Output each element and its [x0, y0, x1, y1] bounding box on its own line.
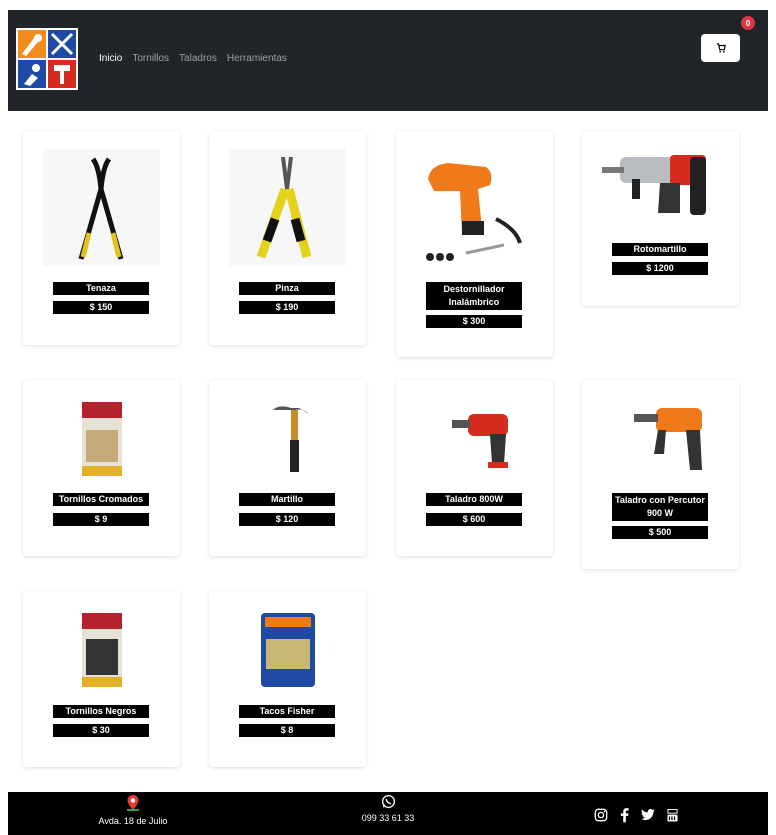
cart-icon [716, 43, 726, 53]
location-pin-icon [127, 795, 139, 811]
navbar: Inicio Tornillos Taladros Herramientas [8, 10, 768, 111]
product-card-tenaza[interactable]: Tenaza $ 150 [23, 131, 180, 345]
cart-button[interactable] [701, 34, 740, 62]
product-card-destornillador[interactable]: Destornillador Inalámbrico $ 300 [396, 131, 553, 357]
tenaza-image [43, 149, 160, 266]
logo-orange-tools-icon [18, 30, 46, 58]
phone-text: 099 33 61 33 [361, 813, 415, 823]
taladro-percutor-image [602, 400, 719, 480]
product-price: $ 30 [53, 724, 149, 737]
product-card-tornillos-cromados[interactable]: Tornillos Cromados $ 9 [23, 380, 180, 556]
product-price: $ 150 [53, 301, 149, 314]
youtube-icon[interactable] [667, 808, 678, 822]
rotomartillo-image [602, 149, 719, 229]
product-price: $ 1200 [612, 262, 708, 275]
product-name: Rotomartillo [612, 243, 708, 256]
twitter-icon[interactable] [641, 809, 655, 821]
product-price: $ 190 [239, 301, 335, 314]
social-links [594, 807, 678, 823]
product-price: $ 300 [426, 315, 522, 328]
footer-address: Avda. 18 de Julio [93, 794, 173, 826]
product-price: $ 600 [426, 513, 522, 526]
product-name: Martillo [239, 493, 335, 506]
product-card-pinza[interactable]: Pinza $ 190 [209, 131, 366, 345]
logo-blue-tools-icon [48, 30, 76, 58]
product-card-martillo[interactable]: Martillo $ 120 [209, 380, 366, 556]
logo-blue-worker-icon [18, 60, 46, 88]
product-name: Taladro 800W [426, 493, 522, 506]
pinza-image [229, 149, 346, 266]
product-name: Destornillador Inalámbrico [426, 282, 522, 310]
product-name: Tacos Fisher [239, 705, 335, 718]
product-price: $ 500 [612, 526, 708, 539]
product-price: $ 120 [239, 513, 335, 526]
product-name: Taladro con Percutor 900 W [612, 493, 708, 521]
product-name: Tenaza [53, 282, 149, 295]
product-name: Pinza [239, 282, 335, 295]
product-card-rotomartillo[interactable]: Rotomartillo $ 1200 [582, 131, 739, 306]
product-card-tornillos-negros[interactable]: Tornillos Negros $ 30 [23, 591, 180, 767]
product-price: $ 9 [53, 513, 149, 526]
product-card-taladro-800w[interactable]: Taladro 800W $ 600 [396, 380, 553, 556]
brand-logo[interactable] [16, 28, 78, 90]
taladro-800w-image [416, 400, 533, 480]
product-name: Tornillos Cromados [53, 493, 149, 506]
whatsapp-icon [381, 794, 395, 809]
tornillos-negros-image [43, 611, 160, 691]
footer-phone[interactable]: 099 33 61 33 [348, 794, 428, 823]
cart-count-badge: 0 [741, 16, 755, 30]
destornillador-image [416, 149, 533, 266]
instagram-icon[interactable] [594, 808, 608, 822]
product-name: Tornillos Negros [53, 705, 149, 718]
footer: Avda. 18 de Julio 099 33 61 33 [8, 792, 768, 835]
product-card-taladro-percutor[interactable]: Taladro con Percutor 900 W $ 500 [582, 380, 739, 569]
nav-link-herramientas[interactable]: Herramientas [227, 53, 287, 64]
nav-link-tornillos[interactable]: Tornillos [132, 53, 169, 64]
tacos-fisher-image [229, 611, 346, 691]
product-card-tacos-fisher[interactable]: Tacos Fisher $ 8 [209, 591, 366, 767]
martillo-image [229, 400, 346, 480]
nav-links: Inicio Tornillos Taladros Herramientas [99, 53, 287, 64]
tornillos-cromados-image [43, 400, 160, 480]
nav-link-taladros[interactable]: Taladros [179, 53, 217, 64]
nav-link-inicio[interactable]: Inicio [99, 53, 122, 64]
product-price: $ 8 [239, 724, 335, 737]
address-text: Avda. 18 de Julio [98, 816, 168, 826]
logo-red-hammer-icon [48, 60, 76, 88]
facebook-icon[interactable] [620, 807, 629, 823]
